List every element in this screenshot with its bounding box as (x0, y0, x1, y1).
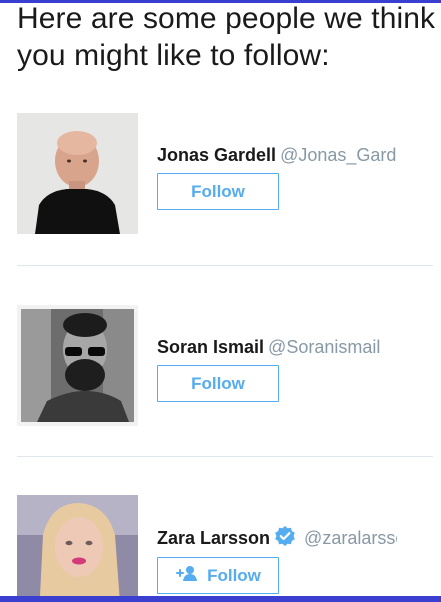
user-name-line: Zara Larsson @zaralarsson (157, 525, 397, 551)
suggested-user-card: Zara Larsson @zaralarsson Follow (0, 495, 441, 602)
user-name-line: Soran Ismail @Soranismail (157, 334, 397, 360)
follow-button-label: Follow (191, 181, 245, 201)
avatar-photo-zara (17, 495, 138, 596)
follow-button[interactable]: Follow (157, 173, 279, 210)
avatar-photo-jonas (17, 113, 138, 234)
user-name[interactable]: Soran Ismail (157, 337, 264, 357)
follow-button[interactable]: Follow (157, 557, 279, 594)
avatar[interactable] (17, 495, 138, 596)
user-name[interactable]: Jonas Gardell (157, 145, 276, 165)
suggested-user-card: Soran Ismail @Soranismail Follow (0, 304, 441, 434)
bottom-bar (0, 596, 441, 602)
user-handle[interactable]: @Soranismail (268, 337, 380, 357)
user-name[interactable]: Zara Larsson (157, 528, 270, 548)
user-handle[interactable]: @Jonas_Gardell (280, 145, 397, 165)
verified-badge-icon (274, 525, 296, 551)
add-user-icon (175, 565, 199, 586)
user-name-line: Jonas Gardell@Jonas_Gardell (157, 142, 397, 168)
follow-button-label: Follow (207, 565, 261, 585)
suggested-user-card: Jonas Gardell@Jonas_Gardell Follow (0, 112, 441, 242)
avatar-photo-soran (17, 305, 138, 426)
divider (17, 265, 433, 266)
avatar[interactable] (17, 113, 138, 234)
follow-button[interactable]: Follow (157, 365, 279, 402)
divider (17, 456, 433, 457)
follow-button-label: Follow (191, 373, 245, 393)
avatar[interactable] (17, 305, 138, 426)
user-handle[interactable]: @zaralarsson (304, 528, 397, 548)
page-title: Here are some people we think you might … (17, 2, 436, 72)
